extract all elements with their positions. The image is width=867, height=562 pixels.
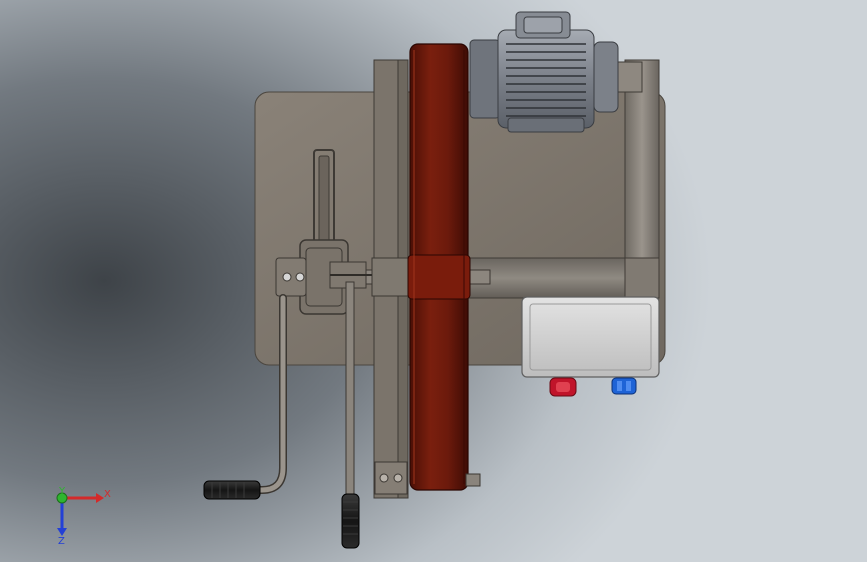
tilt-lever-rod[interactable] <box>345 281 355 495</box>
axis-z-label: Z <box>58 536 65 547</box>
belt-pulley[interactable] <box>407 254 471 300</box>
adjust-knob[interactable] <box>282 272 292 282</box>
pipe-clamp <box>615 61 643 93</box>
blue-button[interactable] <box>611 377 637 395</box>
axis-x-label: X <box>104 489 111 500</box>
cad-viewport[interactable]: X Y Z <box>0 0 867 562</box>
control-box[interactable] <box>521 296 660 378</box>
pipe-elbow <box>624 257 660 299</box>
horizontal-pipe[interactable] <box>467 257 641 299</box>
shaft-collar <box>371 257 413 297</box>
motor-endcap <box>593 41 619 113</box>
axis-triad-icon: X Y Z <box>56 486 111 547</box>
belt-guard-foot <box>465 473 481 487</box>
axis-y-label: Y <box>58 486 66 497</box>
